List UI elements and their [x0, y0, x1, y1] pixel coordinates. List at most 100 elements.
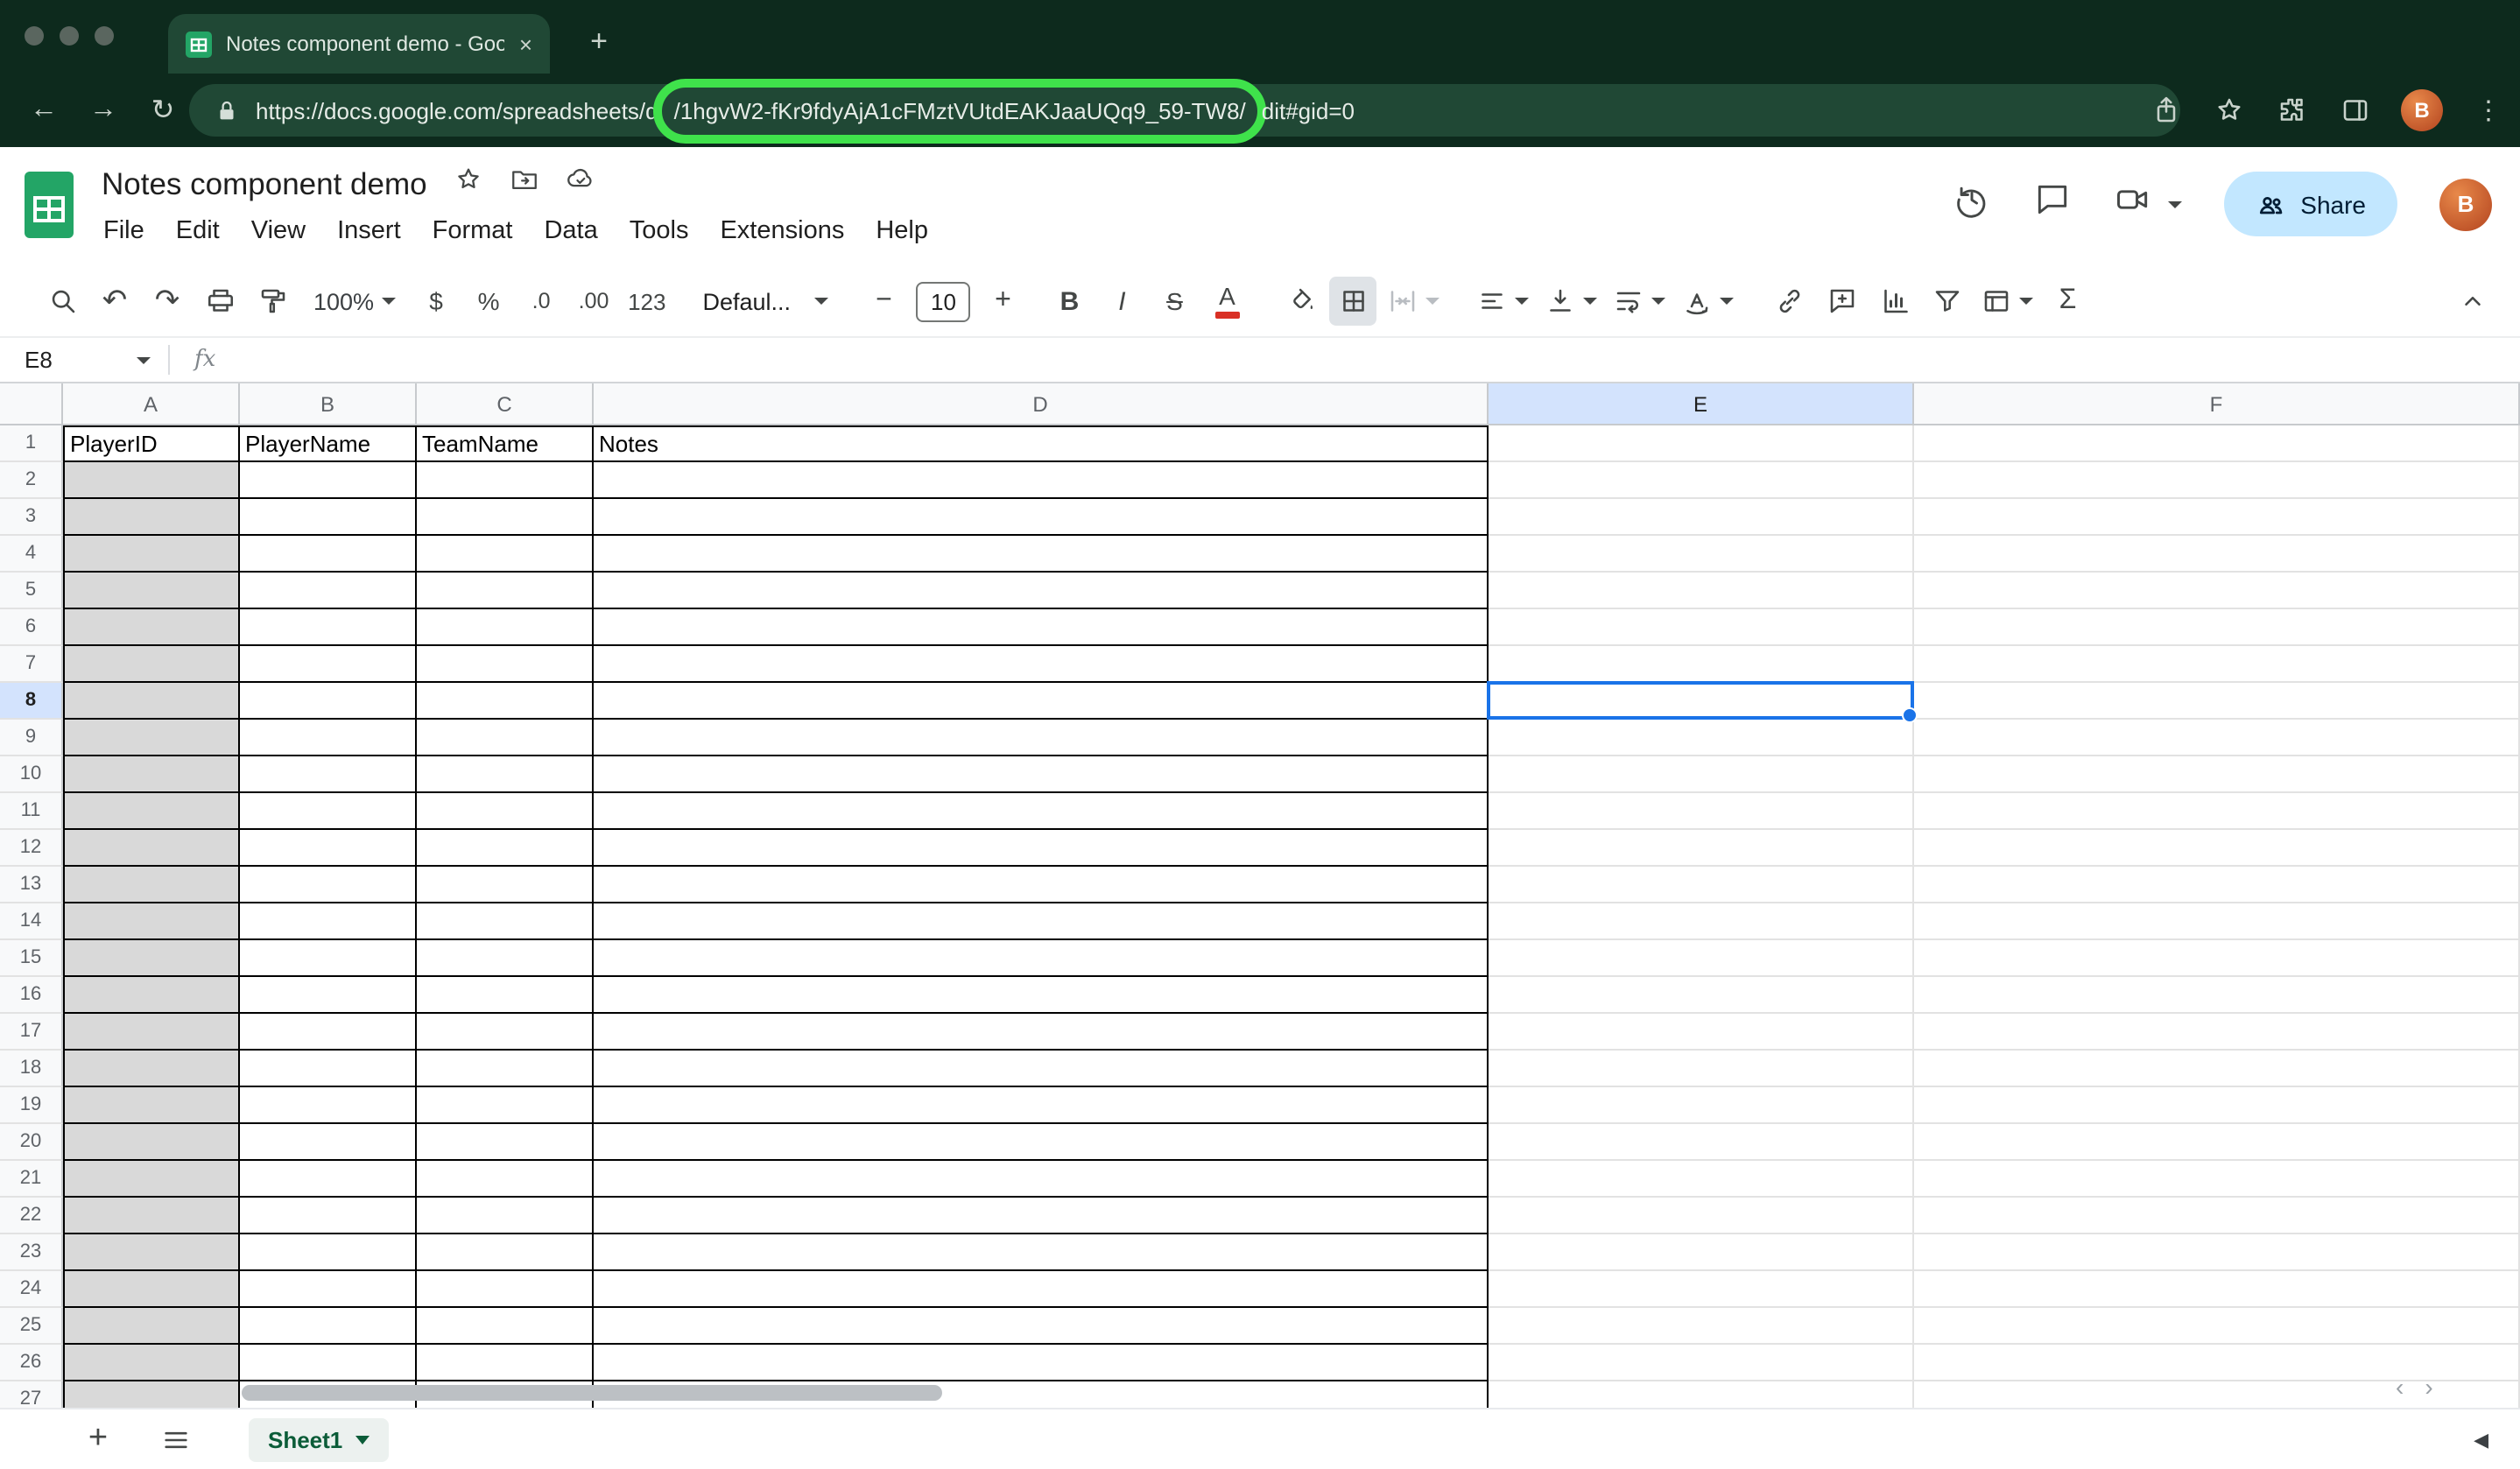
cell-E25[interactable]	[1489, 1308, 1914, 1345]
increase-font-size-button[interactable]: +	[979, 277, 1026, 326]
cell-E7[interactable]	[1489, 646, 1914, 683]
cell-D20[interactable]	[594, 1124, 1489, 1161]
cell-F25[interactable]	[1914, 1308, 2520, 1345]
bold-button[interactable]: B	[1045, 277, 1093, 326]
row-header-7[interactable]: 7	[0, 646, 63, 683]
cell-B19[interactable]	[240, 1087, 417, 1124]
decrease-decimal-button[interactable]: .0	[517, 277, 565, 326]
row-header-9[interactable]: 9	[0, 720, 63, 756]
cell-C13[interactable]	[417, 867, 594, 903]
cell-D14[interactable]	[594, 903, 1489, 940]
cell-E22[interactable]	[1489, 1198, 1914, 1234]
cell-F20[interactable]	[1914, 1124, 2520, 1161]
cell-F17[interactable]	[1914, 1014, 2520, 1051]
row-header-2[interactable]: 2	[0, 462, 63, 499]
redo-button[interactable]: ↷	[144, 277, 191, 326]
cell-F10[interactable]	[1914, 756, 2520, 793]
row-header-11[interactable]: 11	[0, 793, 63, 830]
cell-E12[interactable]	[1489, 830, 1914, 867]
cell-C16[interactable]	[417, 977, 594, 1014]
row-header-16[interactable]: 16	[0, 977, 63, 1014]
cell-A19[interactable]	[63, 1087, 240, 1124]
cell-F19[interactable]	[1914, 1087, 2520, 1124]
cell-F4[interactable]	[1914, 536, 2520, 573]
cell-C22[interactable]	[417, 1198, 594, 1234]
share-page-icon[interactable]	[2149, 93, 2184, 128]
row-header-12[interactable]: 12	[0, 830, 63, 867]
cell-D26[interactable]	[594, 1345, 1489, 1381]
cell-A16[interactable]	[63, 977, 240, 1014]
increase-decimal-button[interactable]: .00	[570, 277, 617, 326]
share-button[interactable]: Share	[2223, 172, 2397, 236]
row-header-1[interactable]: 1	[0, 425, 63, 462]
forward-button[interactable]: →	[77, 84, 130, 137]
cell-C25[interactable]	[417, 1308, 594, 1345]
cell-C6[interactable]	[417, 609, 594, 646]
cell-B24[interactable]	[240, 1271, 417, 1308]
row-header-14[interactable]: 14	[0, 903, 63, 940]
cell-F1[interactable]	[1914, 425, 2520, 462]
cell-D24[interactable]	[594, 1271, 1489, 1308]
cell-F7[interactable]	[1914, 646, 2520, 683]
cell-C5[interactable]	[417, 573, 594, 609]
strikethrough-button[interactable]: S	[1151, 277, 1198, 326]
cell-E20[interactable]	[1489, 1124, 1914, 1161]
scroll-left-icon[interactable]: ‹	[2396, 1373, 2404, 1401]
cell-B6[interactable]	[240, 609, 417, 646]
browser-avatar[interactable]: B	[2401, 89, 2443, 131]
cell-E8[interactable]	[1489, 683, 1914, 720]
column-header-A[interactable]: A	[63, 383, 240, 425]
more-formats-button[interactable]: 123	[623, 277, 671, 326]
cell-B17[interactable]	[240, 1014, 417, 1051]
cell-C4[interactable]	[417, 536, 594, 573]
cell-E27[interactable]	[1489, 1381, 1914, 1408]
close-window-button[interactable]	[25, 26, 44, 46]
cell-E11[interactable]	[1489, 793, 1914, 830]
cell-A24[interactable]	[63, 1271, 240, 1308]
column-header-C[interactable]: C	[417, 383, 594, 425]
fill-color-button[interactable]	[1277, 277, 1324, 326]
cell-A22[interactable]	[63, 1198, 240, 1234]
cell-E17[interactable]	[1489, 1014, 1914, 1051]
cell-A3[interactable]	[63, 499, 240, 536]
paint-format-button[interactable]	[249, 277, 296, 326]
cell-C10[interactable]	[417, 756, 594, 793]
cell-D22[interactable]	[594, 1198, 1489, 1234]
cell-A26[interactable]	[63, 1345, 240, 1381]
cell-A1[interactable]: PlayerID	[63, 425, 240, 462]
cell-B23[interactable]	[240, 1234, 417, 1271]
zoom-select[interactable]: 100%	[301, 277, 407, 326]
format-currency-button[interactable]: $	[412, 277, 460, 326]
cell-E15[interactable]	[1489, 940, 1914, 977]
star-document-icon[interactable]	[454, 165, 483, 203]
cell-F8[interactable]	[1914, 683, 2520, 720]
browser-menu-kebab-icon[interactable]: ⋮	[2471, 93, 2506, 128]
horizontal-align-button[interactable]	[1471, 277, 1534, 326]
row-header-6[interactable]: 6	[0, 609, 63, 646]
cell-C7[interactable]	[417, 646, 594, 683]
scroll-right-icon[interactable]: ›	[2425, 1373, 2432, 1401]
text-wrap-button[interactable]	[1608, 277, 1671, 326]
bookmark-star-icon[interactable]	[2212, 93, 2247, 128]
cell-B21[interactable]	[240, 1161, 417, 1198]
cell-B3[interactable]	[240, 499, 417, 536]
cell-C18[interactable]	[417, 1051, 594, 1087]
row-header-5[interactable]: 5	[0, 573, 63, 609]
back-button[interactable]: ←	[18, 84, 70, 137]
cell-E23[interactable]	[1489, 1234, 1914, 1271]
cell-F23[interactable]	[1914, 1234, 2520, 1271]
cell-B10[interactable]	[240, 756, 417, 793]
italic-button[interactable]: I	[1098, 277, 1145, 326]
cell-C15[interactable]	[417, 940, 594, 977]
cell-A11[interactable]	[63, 793, 240, 830]
side-panel-icon[interactable]	[2338, 93, 2373, 128]
cell-A27[interactable]	[63, 1381, 240, 1408]
sheets-logo-icon[interactable]	[25, 172, 74, 238]
cell-B15[interactable]	[240, 940, 417, 977]
cell-B22[interactable]	[240, 1198, 417, 1234]
cell-C9[interactable]	[417, 720, 594, 756]
cell-B5[interactable]	[240, 573, 417, 609]
menu-tools[interactable]: Tools	[614, 212, 705, 250]
cell-B4[interactable]	[240, 536, 417, 573]
cell-A17[interactable]	[63, 1014, 240, 1051]
